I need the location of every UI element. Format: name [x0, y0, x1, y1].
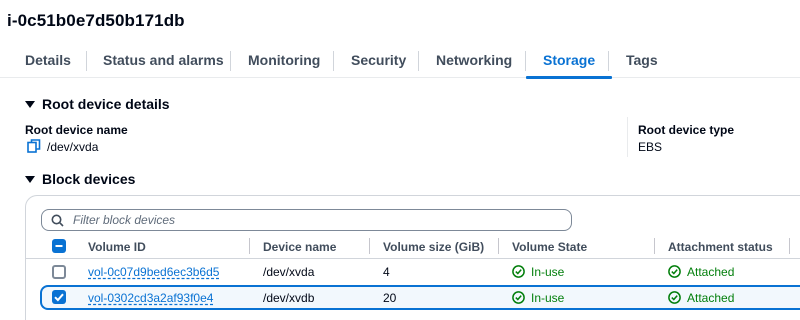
tab-networking[interactable]: Networking — [436, 42, 512, 78]
volume-state-cell: In-use — [531, 291, 565, 305]
caret-down-icon — [25, 101, 35, 108]
column-separator — [249, 238, 250, 254]
volume-size-cell: 20 — [383, 291, 397, 305]
instance-title: i-0c51b0e7d50b171db — [7, 11, 185, 30]
column-separator — [498, 238, 499, 254]
row-checkbox[interactable] — [52, 290, 66, 304]
select-all-checkbox[interactable] — [52, 239, 66, 253]
filter-box — [41, 209, 572, 231]
row-checkbox[interactable] — [52, 265, 66, 279]
caret-down-icon — [25, 176, 35, 183]
block-devices-section-toggle[interactable]: Block devices — [25, 171, 135, 187]
volume-size-cell: 4 — [383, 265, 390, 279]
block-devices-section-title: Block devices — [42, 171, 136, 187]
device-name-cell: /dev/xvda — [263, 265, 315, 279]
tab-separator — [418, 51, 419, 71]
tab-separator — [608, 51, 609, 71]
column-header-volume-id[interactable]: Volume ID — [88, 238, 146, 256]
volume-id-link[interactable]: vol-0302cd3a2af93f0e4 — [88, 290, 213, 306]
root-device-type-label: Root device type — [638, 123, 735, 137]
tab-storage[interactable]: Storage — [525, 42, 613, 79]
tab-status-and-alarms[interactable]: Status and alarms — [103, 42, 224, 78]
search-icon — [51, 214, 64, 227]
column-header-attachment-status[interactable]: Attachment status — [668, 238, 773, 256]
column-header-device-name[interactable]: Device name — [263, 238, 336, 256]
header-divider — [26, 258, 800, 259]
copy-icon[interactable] — [27, 139, 41, 153]
root-device-section-toggle[interactable]: Root device details — [25, 96, 170, 112]
tab-separator — [86, 51, 87, 71]
attachment-status-cell: Attached — [687, 265, 735, 279]
check-circle-icon — [668, 265, 681, 278]
checkmark-icon — [54, 293, 64, 302]
device-name-cell: /dev/xvdb — [263, 291, 315, 305]
column-divider — [627, 117, 628, 157]
root-device-name-label: Root device name — [25, 123, 128, 137]
volume-state-cell: In-use — [531, 265, 565, 279]
tab-separator — [230, 51, 231, 71]
check-circle-icon — [668, 291, 681, 304]
volume-id-link[interactable]: vol-0c07d9bed6ec3b6d5 — [88, 264, 219, 280]
root-device-name-value: /dev/xvda — [47, 140, 99, 154]
filter-input[interactable] — [73, 212, 553, 228]
column-separator — [789, 238, 790, 254]
attachment-status-cell: Attached — [687, 291, 735, 305]
tab-bar: Details Status and alarms Monitoring Sec… — [0, 42, 800, 79]
tab-tags[interactable]: Tags — [626, 42, 658, 78]
tab-details[interactable]: Details — [25, 42, 71, 78]
column-header-volume-size[interactable]: Volume size (GiB) — [383, 238, 484, 256]
column-separator — [369, 238, 370, 254]
tab-separator — [525, 51, 526, 71]
tab-security[interactable]: Security — [351, 42, 406, 78]
tab-separator — [333, 51, 334, 71]
root-device-type-value: EBS — [638, 140, 663, 154]
root-device-section-title: Root device details — [42, 96, 170, 112]
column-header-volume-state[interactable]: Volume State — [512, 238, 587, 256]
check-circle-icon — [512, 265, 525, 278]
tab-monitoring[interactable]: Monitoring — [248, 42, 320, 78]
check-circle-icon — [512, 291, 525, 304]
minus-icon — [55, 245, 63, 247]
column-separator — [654, 238, 655, 254]
